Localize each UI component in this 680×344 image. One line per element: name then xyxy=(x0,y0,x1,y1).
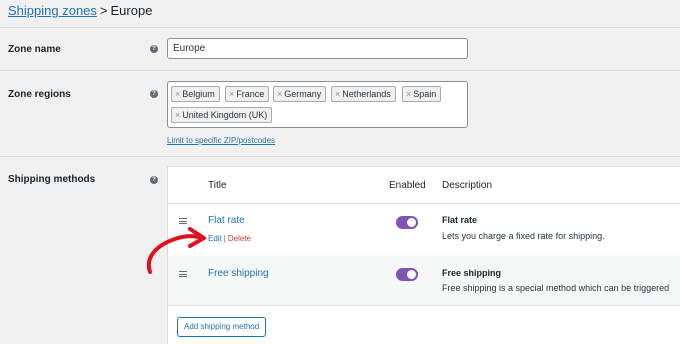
divider xyxy=(0,156,680,157)
table-row: Free shipping Free shipping Free shippin… xyxy=(168,255,680,305)
region-token-label: Spain xyxy=(413,89,437,99)
remove-token-icon[interactable]: × xyxy=(175,89,180,99)
zone-regions-label: Zone regions xyxy=(8,89,71,100)
breadcrumb-shipping-zones-link[interactable]: Shipping zones xyxy=(8,3,97,18)
row-actions-separator: | xyxy=(223,234,226,243)
remove-token-icon[interactable]: × xyxy=(406,89,411,99)
method-description-title: Flat rate xyxy=(442,215,478,225)
remove-token-icon[interactable]: × xyxy=(175,110,180,120)
shipping-methods-label: Shipping methods xyxy=(8,174,96,185)
zone-regions-select[interactable]: × Belgium × France × Germany × Netherlands ×… xyxy=(167,81,468,128)
help-icon[interactable]: ? xyxy=(150,90,158,98)
remove-token-icon[interactable]: × xyxy=(335,89,340,99)
shipping-methods-table: Title Enabled Description Flat rate Edit… xyxy=(167,166,680,344)
region-token: × Belgium xyxy=(171,86,220,102)
remove-token-icon[interactable]: × xyxy=(277,89,282,99)
annotation-arrow-icon xyxy=(146,227,206,274)
help-icon[interactable]: ? xyxy=(150,45,158,53)
help-icon[interactable]: ? xyxy=(150,176,158,184)
method-description-title: Free shipping xyxy=(442,268,502,278)
region-token: × Germany xyxy=(273,86,327,102)
zone-name-label: Zone name xyxy=(8,44,61,55)
region-token-label: United Kingdom (UK) xyxy=(182,110,268,120)
breadcrumb: Shipping zones > Europe xyxy=(8,3,152,19)
column-header-description: Description xyxy=(442,180,493,191)
method-description-text: Lets you charge a fixed rate for shippin… xyxy=(442,231,605,241)
method-title-link[interactable]: Flat rate xyxy=(208,215,245,226)
add-shipping-method-button[interactable]: Add shipping method xyxy=(177,317,267,337)
region-token-label: Belgium xyxy=(182,89,215,99)
delete-link[interactable]: Delete xyxy=(228,234,251,243)
column-header-title: Title xyxy=(208,180,227,191)
region-token: × Netherlands xyxy=(331,86,396,102)
region-token-label: France xyxy=(236,89,265,99)
region-token: × Spain xyxy=(402,86,442,102)
enabled-toggle[interactable] xyxy=(396,268,418,281)
region-token-label: Netherlands xyxy=(342,89,391,99)
edit-link[interactable]: Edit xyxy=(208,234,222,243)
region-token: × France xyxy=(225,86,270,102)
toggle-knob xyxy=(407,218,416,227)
zone-name-input[interactable] xyxy=(167,38,468,59)
region-token: × United Kingdom (UK) xyxy=(171,107,273,123)
region-token-label: Germany xyxy=(284,89,322,99)
column-header-enabled: Enabled xyxy=(389,180,426,191)
enabled-toggle[interactable] xyxy=(396,216,418,229)
breadcrumb-current: Europe xyxy=(110,3,153,18)
method-title-link[interactable]: Free shipping xyxy=(208,268,269,279)
remove-token-icon[interactable]: × xyxy=(229,89,234,99)
row-actions: Edit | Delete xyxy=(208,234,251,243)
divider xyxy=(168,305,680,306)
divider xyxy=(168,203,680,204)
divider xyxy=(0,70,680,71)
toggle-knob xyxy=(407,270,416,279)
limit-zip-postcodes-link[interactable]: Limit to specific ZIP/postcodes xyxy=(167,136,275,145)
breadcrumb-separator: > xyxy=(99,3,108,18)
method-description-text: Free shipping is a special method which … xyxy=(442,283,670,293)
divider xyxy=(0,27,680,28)
